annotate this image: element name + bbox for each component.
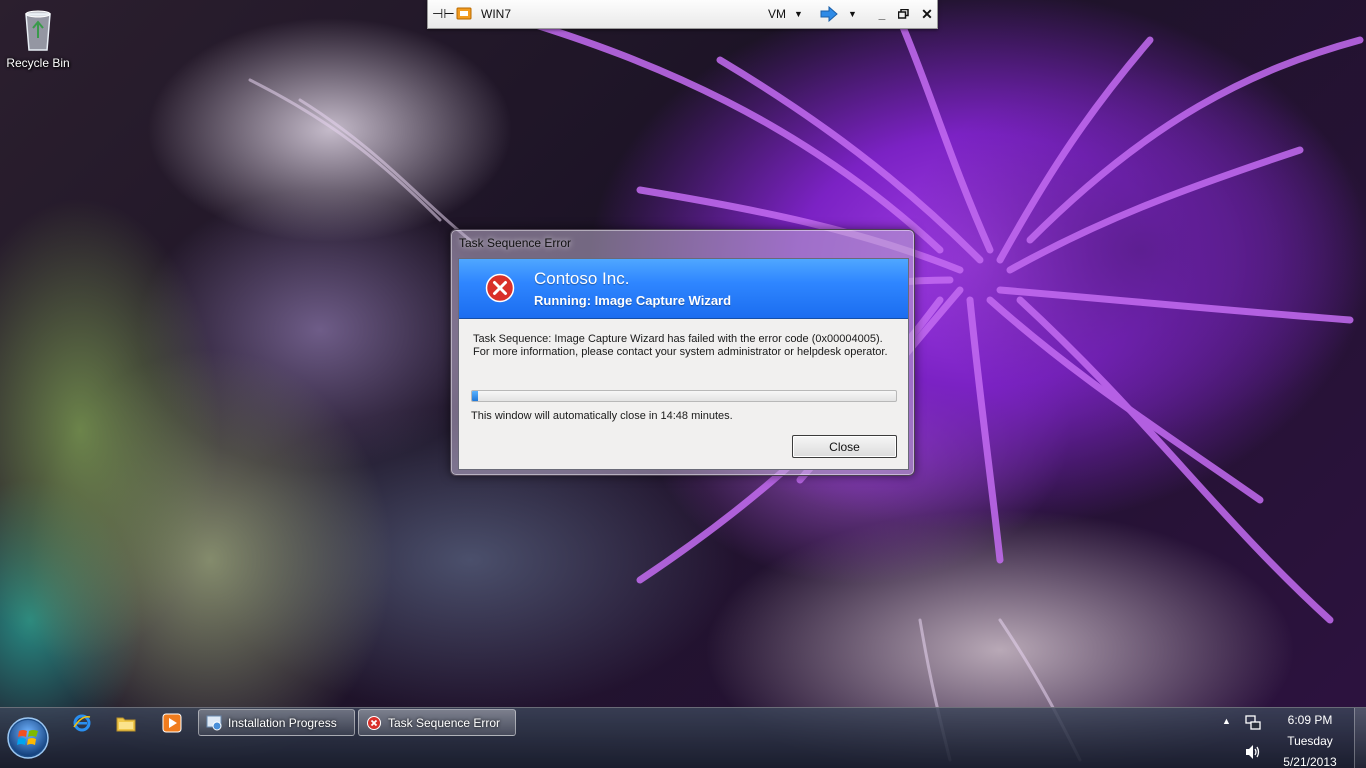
pin-icon[interactable]: ⊣⊢ <box>432 0 455 28</box>
taskbar-item-task-sequence-error[interactable]: Task Sequence Error <box>358 709 516 736</box>
clock-date: 5/21/2013 <box>1283 755 1337 768</box>
taskbar: Installation Progress Task Sequence Erro… <box>0 707 1366 768</box>
taskbar-item-installation-progress[interactable]: Installation Progress <box>198 709 355 736</box>
windows-explorer-icon[interactable] <box>106 708 146 738</box>
recycle-bin-desktop-icon[interactable]: Recycle Bin <box>4 6 72 76</box>
error-icon <box>485 273 515 303</box>
vm-title: WIN7 <box>481 7 511 21</box>
vm-connection-bar: ⊣⊢ WIN7 VM ▼ ▼ _ ✕ <box>427 0 938 29</box>
close-icon[interactable]: ✕ <box>920 0 934 28</box>
countdown-text: This window will automatically close in … <box>471 410 733 422</box>
clock-day: Tuesday <box>1287 734 1333 748</box>
taskbar-item-label: Task Sequence Error <box>388 715 501 730</box>
dialog-body: Contoso Inc. Running: Image Capture Wiza… <box>458 258 909 470</box>
error-message-line2: For more information, please contact you… <box>473 346 888 358</box>
task-sequence-error-dialog: Task Sequence Error Contoso Inc. Running… <box>450 229 915 476</box>
internet-explorer-icon[interactable] <box>62 708 102 738</box>
vm-menu[interactable]: VM <box>768 0 786 28</box>
close-countdown-progress <box>471 390 897 402</box>
progress-fill <box>472 391 479 401</box>
start-button[interactable] <box>6 716 50 760</box>
running-status: Running: Image Capture Wizard <box>534 293 732 308</box>
recycle-bin-icon <box>25 10 51 51</box>
show-hidden-icons-icon[interactable]: ▲ <box>1222 716 1231 726</box>
minimize-icon[interactable]: _ <box>875 0 889 28</box>
taskbar-item-label: Installation Progress <box>228 715 337 730</box>
arrow-right-icon[interactable] <box>820 0 838 28</box>
close-button[interactable]: Close <box>792 435 897 458</box>
error-icon <box>366 715 382 731</box>
volume-icon[interactable] <box>1244 743 1262 761</box>
show-desktop-button[interactable] <box>1354 708 1366 768</box>
clock-time: 6:09 PM <box>1287 713 1333 727</box>
chevron-down-icon[interactable]: ▼ <box>848 0 857 28</box>
restore-icon[interactable] <box>896 0 910 28</box>
media-player-icon[interactable] <box>152 708 192 738</box>
system-clock[interactable]: 6:09 PM Tuesday 5/21/2013 <box>1272 710 1348 768</box>
network-icon[interactable] <box>1244 714 1262 732</box>
monitor-icon <box>456 0 474 28</box>
dialog-banner: Contoso Inc. Running: Image Capture Wiza… <box>459 259 908 319</box>
installation-icon <box>206 715 222 731</box>
chevron-down-icon[interactable]: ▼ <box>794 0 803 28</box>
dialog-title: Task Sequence Error <box>459 236 572 250</box>
recycle-bin-label: Recycle Bin <box>6 56 70 70</box>
error-message-line1: Task Sequence: Image Capture Wizard has … <box>473 333 883 345</box>
organization-name: Contoso Inc. <box>534 269 630 288</box>
